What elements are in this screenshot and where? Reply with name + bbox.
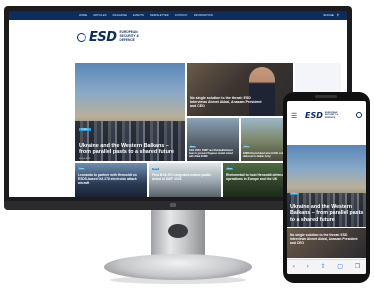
nav-item-newsletter[interactable]: NEWSLETTER bbox=[150, 14, 169, 17]
logo-wordmark: ESD bbox=[89, 29, 117, 45]
article-title[interactable]: Leonardo to partner with Hensoldt on ESD… bbox=[78, 173, 142, 185]
interview-photo bbox=[249, 67, 275, 116]
nav-search-label: SUCHE bbox=[323, 13, 334, 17]
nav-item-information[interactable]: INFORMATION bbox=[194, 14, 213, 17]
nav-item-events[interactable]: EVENTS bbox=[133, 14, 144, 17]
phone-speaker bbox=[315, 95, 337, 98]
mobile-featured-card[interactable]: No single solution to the threat: ESD in… bbox=[287, 228, 366, 258]
nav-item-articles[interactable]: ARTICLES bbox=[93, 14, 106, 17]
device-mockup-stage: HOME ARTICLES MAGAZINE EVENTS NEWSLETTER… bbox=[0, 0, 374, 288]
logo-subtitle-line-3: DEFENCE bbox=[119, 37, 135, 42]
mobile-logo-wordmark: ESD bbox=[305, 111, 323, 120]
mobile-logo-subtitle: EUROPEAN SECURITY & DEFENCE bbox=[325, 112, 338, 120]
article-card[interactable]: News First BAE-ES Integrated makes publi… bbox=[149, 163, 221, 197]
site-logo[interactable]: ESD EUROPEAN SECURITY & DEFENCE bbox=[77, 29, 139, 45]
featured-article-title[interactable]: No single solution to the threat: ESD In… bbox=[190, 96, 264, 109]
hamburger-menu-icon[interactable]: ☰ bbox=[291, 113, 297, 120]
mobile-logo-subtitle-line-3: DEFENCE bbox=[324, 116, 336, 119]
mobile-featured-title[interactable]: No single solution to the threat: ESD in… bbox=[290, 233, 364, 245]
share-icon[interactable]: ⇧ bbox=[320, 264, 325, 270]
mobile-header: ☰ ESD EUROPEAN SECURITY & DEFENCE bbox=[287, 107, 366, 123]
mobile-hero-article-card[interactable]: Politics Ukraine and the Western Balkans… bbox=[287, 145, 366, 227]
hero-category-badge: Politics bbox=[79, 128, 91, 131]
hero-photo bbox=[75, 121, 185, 161]
article-card[interactable]: News Leonardo to partner with Hensoldt o… bbox=[75, 163, 147, 197]
nav-item-home[interactable]: HOME bbox=[79, 14, 87, 17]
article-category-badge: News bbox=[78, 168, 86, 170]
mobile-site-logo[interactable]: ESD EUROPEAN SECURITY & DEFENCE bbox=[305, 111, 338, 120]
forward-icon[interactable]: › bbox=[307, 264, 309, 270]
nav-item-contact[interactable]: CONTACT bbox=[175, 14, 188, 17]
browser-toolbar: ‹ › ⇧ ▢ ❐ bbox=[287, 259, 366, 274]
logo-subtitle: EUROPEAN SECURITY & DEFENCE bbox=[119, 30, 139, 42]
back-icon[interactable]: ‹ bbox=[293, 264, 295, 270]
monitor-stand-base bbox=[104, 254, 252, 280]
article-category-badge: News bbox=[226, 168, 234, 170]
mobile-website: ☰ ESD EUROPEAN SECURITY & DEFENCE Politi… bbox=[287, 101, 366, 274]
hero-article-title[interactable]: Ukraine and the Western Balkans – from p… bbox=[79, 143, 179, 155]
search-icon[interactable]: ⚲ bbox=[337, 13, 339, 17]
logo-mark-icon bbox=[77, 32, 86, 42]
article-title[interactable]: SAIF 2023: FMBT and Rohde&Schwarz team t… bbox=[189, 149, 237, 158]
article-category-badge: News bbox=[243, 146, 251, 148]
nav-item-magazine[interactable]: MAGAZINE bbox=[113, 14, 127, 17]
article-title[interactable]: First BAE-ES Integrated makes public deb… bbox=[152, 173, 216, 181]
article-title[interactable]: Rheinmetall to host Hensoldt defence ope… bbox=[226, 173, 290, 181]
article-category-badge: News bbox=[152, 168, 160, 170]
tabs-icon[interactable]: ❐ bbox=[355, 264, 360, 270]
hero-article-date: 05 Jul 2023 bbox=[79, 158, 91, 160]
article-card[interactable]: News SAIF 2023: FMBT and Rohde&Schwarz t… bbox=[187, 118, 239, 161]
featured-interview-card[interactable]: No single solution to the threat: ESD In… bbox=[187, 63, 293, 116]
bookmarks-icon[interactable]: ▢ bbox=[337, 264, 343, 270]
hero-article-card[interactable]: Politics Ukraine and the Western Balkans… bbox=[75, 63, 185, 161]
monitor-stand-cable-hole bbox=[168, 224, 188, 238]
mobile-hero-title[interactable]: Ukraine and the Western Balkans – from p… bbox=[290, 204, 364, 223]
mobile-hero-category-badge: Politics bbox=[290, 193, 299, 195]
top-navigation-bar: HOME ARTICLES MAGAZINE EVENTS NEWSLETTER… bbox=[9, 11, 347, 20]
search-icon[interactable] bbox=[356, 112, 362, 118]
nav-search[interactable]: SUCHE ⚲ bbox=[323, 13, 339, 17]
article-category-badge: News bbox=[189, 146, 197, 148]
